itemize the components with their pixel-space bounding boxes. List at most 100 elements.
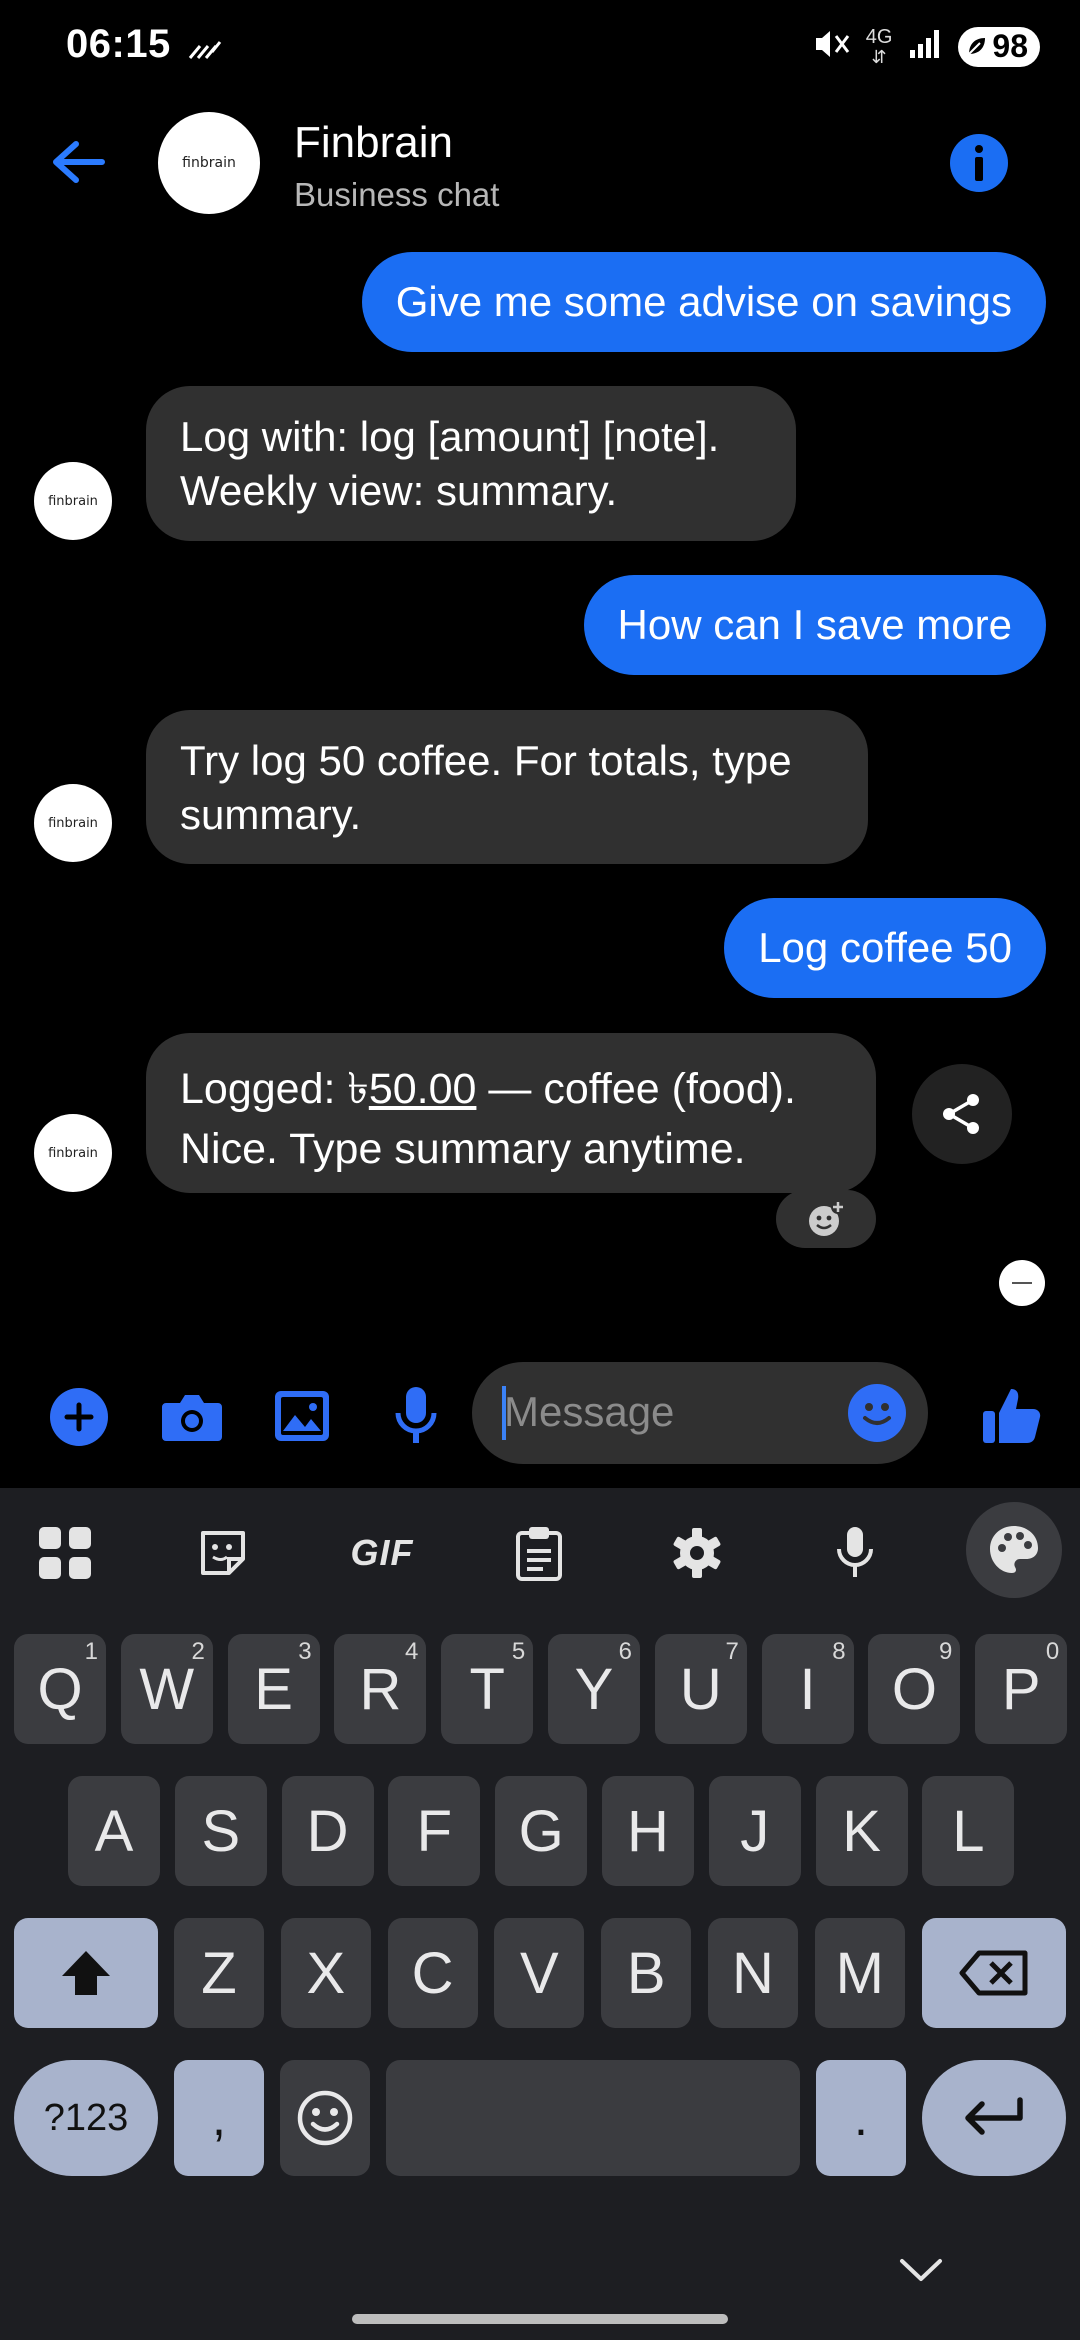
period-key[interactable]: . xyxy=(816,2060,906,2176)
key-e[interactable]: E3 xyxy=(227,1634,320,1744)
voice-input-icon[interactable] xyxy=(820,1518,890,1588)
home-indicator[interactable] xyxy=(352,2314,728,2324)
camera-icon[interactable] xyxy=(158,1388,226,1446)
key-label: G xyxy=(518,1798,564,1864)
key-l[interactable]: L xyxy=(922,1776,1015,1886)
key-hint-number: 9 xyxy=(939,1638,953,1665)
key-label: F xyxy=(416,1798,453,1864)
key-hint-number: 1 xyxy=(84,1638,98,1665)
key-x[interactable]: X xyxy=(280,1918,371,2028)
key-label: V xyxy=(520,1940,559,2006)
key-label: A xyxy=(94,1798,134,1864)
message-incoming[interactable]: Logged: ৳50.00 — coffee (food). Nice. Ty… xyxy=(146,1033,876,1193)
chat-avatar[interactable]: finbrain xyxy=(158,112,260,214)
symbols-label: ?123 xyxy=(43,2096,129,2139)
mute-vibrate-icon xyxy=(810,26,850,67)
read-receipt-avatar xyxy=(999,1260,1045,1306)
key-h[interactable]: H xyxy=(602,1776,694,1886)
settings-icon[interactable] xyxy=(662,1518,732,1588)
clipboard-icon[interactable] xyxy=(504,1518,574,1588)
key-hint-number: 7 xyxy=(725,1638,739,1665)
period-label: . xyxy=(854,2090,868,2146)
avatar-text: finbrain xyxy=(182,155,236,171)
key-label: M xyxy=(835,1940,884,2006)
gif-label: GIF xyxy=(350,1532,414,1573)
add-icon[interactable] xyxy=(50,1388,108,1446)
key-n[interactable]: N xyxy=(708,1918,798,2028)
symbols-key[interactable]: ?123 xyxy=(14,2060,158,2176)
sticker-icon[interactable] xyxy=(188,1518,258,1588)
microphone-icon[interactable] xyxy=(388,1384,444,1450)
key-g[interactable]: G xyxy=(495,1776,588,1886)
key-a[interactable]: A xyxy=(68,1776,160,1886)
key-label: Z xyxy=(201,1940,237,2006)
back-arrow-icon[interactable] xyxy=(46,134,110,190)
key-label: I xyxy=(799,1656,816,1722)
emoji-icon[interactable] xyxy=(848,1384,906,1442)
message-text: Give me some advise on savings xyxy=(395,278,1012,325)
key-t[interactable]: T5 xyxy=(441,1634,534,1744)
key-k[interactable]: K xyxy=(815,1776,908,1886)
key-q[interactable]: Q1 xyxy=(14,1634,106,1744)
key-label: D xyxy=(306,1798,349,1864)
enter-key[interactable] xyxy=(922,2060,1066,2176)
message-outgoing[interactable]: Log coffee 50 xyxy=(724,898,1046,998)
key-c[interactable]: C xyxy=(387,1918,478,2028)
message-input[interactable]: Message xyxy=(472,1362,928,1464)
key-s[interactable]: S xyxy=(174,1776,267,1886)
amount-link[interactable]: 50.00 xyxy=(369,1065,477,1113)
gallery-icon[interactable] xyxy=(272,1386,332,1446)
key-z[interactable]: Z xyxy=(174,1918,264,2028)
message-line: Weekly view: summary. xyxy=(180,467,618,514)
key-m[interactable]: M xyxy=(814,1918,905,2028)
chat-title[interactable]: Finbrain xyxy=(294,118,453,168)
add-reaction-icon[interactable] xyxy=(776,1190,876,1248)
key-label: S xyxy=(201,1798,241,1864)
key-b[interactable]: B xyxy=(601,1918,692,2028)
key-j[interactable]: J xyxy=(708,1776,801,1886)
shift-key[interactable] xyxy=(14,1918,158,2028)
key-label: Q xyxy=(37,1656,83,1722)
share-icon[interactable] xyxy=(912,1064,1012,1164)
info-icon[interactable] xyxy=(950,134,1008,192)
key-label: X xyxy=(306,1940,346,2006)
gif-button[interactable]: GIF xyxy=(344,1518,420,1588)
comma-key[interactable]: , xyxy=(174,2060,264,2176)
key-p[interactable]: P0 xyxy=(975,1634,1068,1744)
message-outgoing[interactable]: How can I save more xyxy=(583,575,1046,675)
key-y[interactable]: Y6 xyxy=(548,1634,640,1744)
key-label: L xyxy=(952,1798,985,1864)
bot-avatar[interactable]: finbrain xyxy=(34,1114,112,1192)
space-key[interactable] xyxy=(386,2060,800,2176)
bot-avatar[interactable]: finbrain xyxy=(34,784,112,862)
network-label: 4G xyxy=(865,25,893,48)
battery-level: 98 xyxy=(992,28,1028,64)
key-label: K xyxy=(842,1798,881,1864)
emoji-key[interactable] xyxy=(280,2060,370,2176)
key-label: W xyxy=(139,1656,195,1722)
thumbs-up-icon[interactable] xyxy=(974,1378,1048,1452)
avatar-text: finbrain xyxy=(48,493,98,509)
key-f[interactable]: F xyxy=(388,1776,481,1886)
backspace-key[interactable] xyxy=(922,1918,1066,2028)
palette-icon[interactable] xyxy=(966,1502,1062,1598)
message-incoming[interactable]: Log with: log [amount] [note]. Weekly vi… xyxy=(146,386,796,541)
key-v[interactable]: V xyxy=(494,1918,585,2028)
key-label: Y xyxy=(574,1656,614,1722)
key-label: H xyxy=(627,1798,669,1864)
message-line: Try log 50 coffee. For totals, type xyxy=(180,737,792,784)
keyboard xyxy=(0,1488,1080,2340)
bot-avatar[interactable]: finbrain xyxy=(34,462,112,540)
key-i[interactable]: I8 xyxy=(761,1634,854,1744)
key-label: T xyxy=(469,1656,505,1722)
key-u[interactable]: U7 xyxy=(654,1634,747,1744)
key-r[interactable]: R4 xyxy=(334,1634,427,1744)
key-o[interactable]: O9 xyxy=(868,1634,961,1744)
key-w[interactable]: W2 xyxy=(120,1634,213,1744)
apps-icon[interactable] xyxy=(30,1518,100,1588)
message-outgoing[interactable]: Give me some advise on savings xyxy=(361,252,1046,352)
leaf-icon xyxy=(966,28,988,65)
message-incoming[interactable]: Try log 50 coffee. For totals, type summ… xyxy=(146,710,868,864)
key-d[interactable]: D xyxy=(281,1776,374,1886)
hide-keyboard-icon[interactable] xyxy=(896,2250,946,2290)
